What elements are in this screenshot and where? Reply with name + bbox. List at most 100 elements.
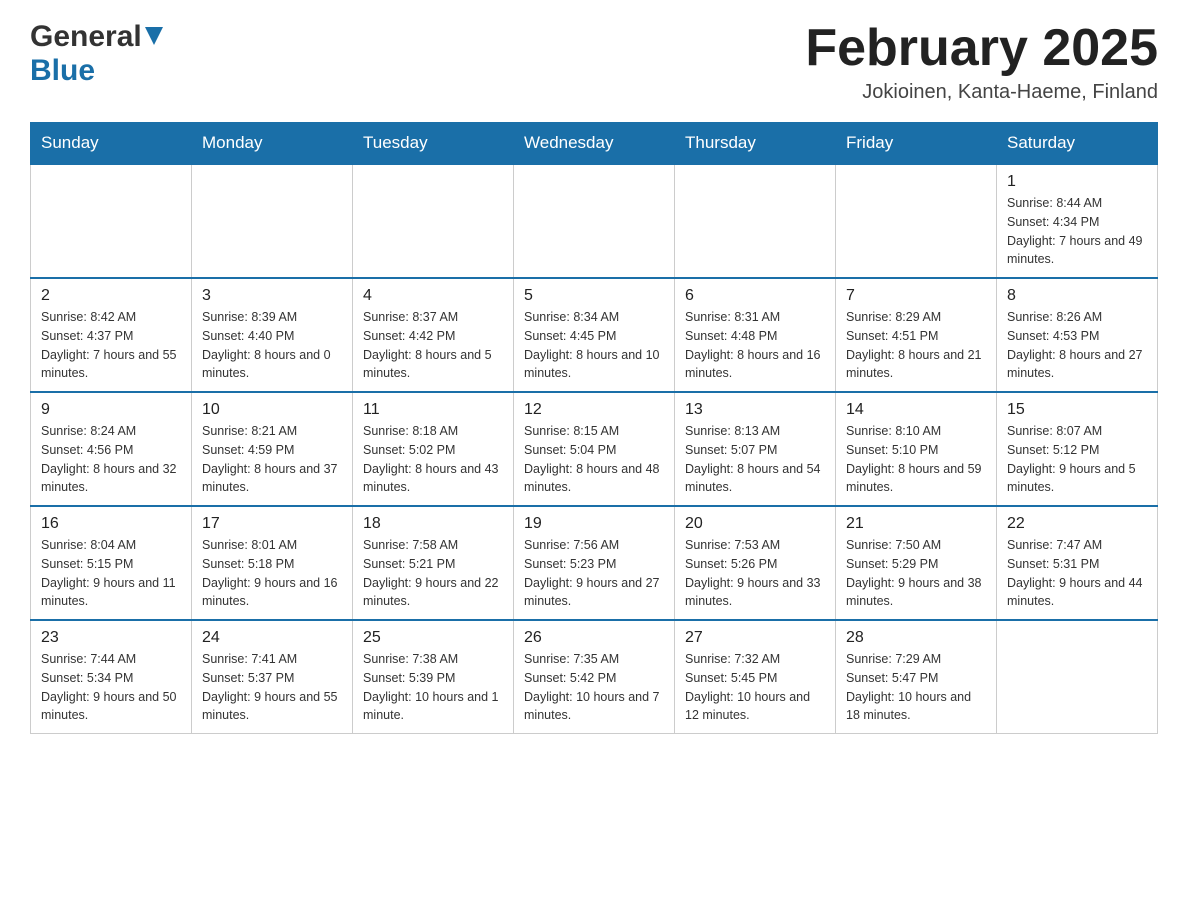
calendar-cell: 11 Sunrise: 8:18 AMSunset: 5:02 PMDayligh… bbox=[353, 392, 514, 506]
logo-general-text: General bbox=[30, 20, 142, 54]
day-info: Sunrise: 8:44 AMSunset: 4:34 PMDaylight:… bbox=[1007, 194, 1147, 269]
calendar-cell: 23 Sunrise: 7:44 AMSunset: 5:34 PMDayligh… bbox=[31, 620, 192, 734]
day-info: Sunrise: 7:58 AMSunset: 5:21 PMDaylight:… bbox=[363, 536, 503, 611]
calendar-cell: 10 Sunrise: 8:21 AMSunset: 4:59 PMDayligh… bbox=[192, 392, 353, 506]
day-number: 9 bbox=[41, 401, 181, 419]
weekday-header-row: Sunday Monday Tuesday Wednesday Thursday… bbox=[31, 123, 1158, 165]
day-info: Sunrise: 8:18 AMSunset: 5:02 PMDaylight:… bbox=[363, 422, 503, 497]
day-number: 20 bbox=[685, 515, 825, 533]
calendar-cell: 21 Sunrise: 7:50 AMSunset: 5:29 PMDayligh… bbox=[836, 506, 997, 620]
calendar-cell: 13 Sunrise: 8:13 AMSunset: 5:07 PMDayligh… bbox=[675, 392, 836, 506]
calendar-cell: 24 Sunrise: 7:41 AMSunset: 5:37 PMDayligh… bbox=[192, 620, 353, 734]
day-number: 19 bbox=[524, 515, 664, 533]
calendar-cell: 5 Sunrise: 8:34 AMSunset: 4:45 PMDaylight… bbox=[514, 278, 675, 392]
day-info: Sunrise: 7:32 AMSunset: 5:45 PMDaylight:… bbox=[685, 650, 825, 725]
calendar-cell bbox=[836, 164, 997, 278]
calendar-cell bbox=[353, 164, 514, 278]
day-number: 5 bbox=[524, 287, 664, 305]
day-info: Sunrise: 8:34 AMSunset: 4:45 PMDaylight:… bbox=[524, 308, 664, 383]
day-info: Sunrise: 8:37 AMSunset: 4:42 PMDaylight:… bbox=[363, 308, 503, 383]
day-number: 12 bbox=[524, 401, 664, 419]
day-info: Sunrise: 7:35 AMSunset: 5:42 PMDaylight:… bbox=[524, 650, 664, 725]
calendar-cell bbox=[997, 620, 1158, 734]
calendar-table: Sunday Monday Tuesday Wednesday Thursday… bbox=[30, 122, 1158, 734]
header-monday: Monday bbox=[192, 123, 353, 165]
day-info: Sunrise: 8:10 AMSunset: 5:10 PMDaylight:… bbox=[846, 422, 986, 497]
logo-blue-text: Blue bbox=[30, 54, 95, 87]
calendar-cell: 9 Sunrise: 8:24 AMSunset: 4:56 PMDaylight… bbox=[31, 392, 192, 506]
day-info: Sunrise: 8:15 AMSunset: 5:04 PMDaylight:… bbox=[524, 422, 664, 497]
day-number: 18 bbox=[363, 515, 503, 533]
header-sunday: Sunday bbox=[31, 123, 192, 165]
calendar-title: February 2025 bbox=[805, 20, 1158, 77]
header-tuesday: Tuesday bbox=[353, 123, 514, 165]
header-friday: Friday bbox=[836, 123, 997, 165]
calendar-cell: 27 Sunrise: 7:32 AMSunset: 5:45 PMDayligh… bbox=[675, 620, 836, 734]
calendar-cell: 22Sunrise: 7:47 AMSunset: 5:31 PMDayligh… bbox=[997, 506, 1158, 620]
calendar-cell bbox=[675, 164, 836, 278]
week-row-5: 23 Sunrise: 7:44 AMSunset: 5:34 PMDayligh… bbox=[31, 620, 1158, 734]
day-number: 15 bbox=[1007, 401, 1147, 419]
day-info: Sunrise: 7:53 AMSunset: 5:26 PMDaylight:… bbox=[685, 536, 825, 611]
day-number: 2 bbox=[41, 287, 181, 305]
calendar-cell: 17 Sunrise: 8:01 AMSunset: 5:18 PMDayligh… bbox=[192, 506, 353, 620]
calendar-cell: 6Sunrise: 8:31 AMSunset: 4:48 PMDaylight… bbox=[675, 278, 836, 392]
day-info: Sunrise: 7:44 AMSunset: 5:34 PMDaylight:… bbox=[41, 650, 181, 725]
week-row-2: 2 Sunrise: 8:42 AMSunset: 4:37 PMDaylight… bbox=[31, 278, 1158, 392]
calendar-cell: 19 Sunrise: 7:56 AMSunset: 5:23 PMDayligh… bbox=[514, 506, 675, 620]
calendar-location: Jokioinen, Kanta-Haeme, Finland bbox=[805, 81, 1158, 104]
logo-arrow-icon bbox=[145, 27, 163, 52]
calendar-cell: 28Sunrise: 7:29 AMSunset: 5:47 PMDayligh… bbox=[836, 620, 997, 734]
calendar-cell: 1Sunrise: 8:44 AMSunset: 4:34 PMDaylight… bbox=[997, 164, 1158, 278]
header-thursday: Thursday bbox=[675, 123, 836, 165]
calendar-cell: 12 Sunrise: 8:15 AMSunset: 5:04 PMDayligh… bbox=[514, 392, 675, 506]
day-number: 25 bbox=[363, 629, 503, 647]
day-info: Sunrise: 8:13 AMSunset: 5:07 PMDaylight:… bbox=[685, 422, 825, 497]
day-number: 14 bbox=[846, 401, 986, 419]
day-number: 11 bbox=[363, 401, 503, 419]
day-info: Sunrise: 8:26 AMSunset: 4:53 PMDaylight:… bbox=[1007, 308, 1147, 383]
day-info: Sunrise: 8:04 AMSunset: 5:15 PMDaylight:… bbox=[41, 536, 181, 611]
day-number: 6 bbox=[685, 287, 825, 305]
day-number: 4 bbox=[363, 287, 503, 305]
day-number: 3 bbox=[202, 287, 342, 305]
day-info: Sunrise: 7:47 AMSunset: 5:31 PMDaylight:… bbox=[1007, 536, 1147, 611]
day-number: 21 bbox=[846, 515, 986, 533]
logo: General Blue bbox=[30, 20, 163, 88]
calendar-cell: 25 Sunrise: 7:38 AMSunset: 5:39 PMDayligh… bbox=[353, 620, 514, 734]
day-info: Sunrise: 7:38 AMSunset: 5:39 PMDaylight:… bbox=[363, 650, 503, 725]
day-number: 16 bbox=[41, 515, 181, 533]
calendar-cell: 2 Sunrise: 8:42 AMSunset: 4:37 PMDaylight… bbox=[31, 278, 192, 392]
calendar-cell: 4 Sunrise: 8:37 AMSunset: 4:42 PMDaylight… bbox=[353, 278, 514, 392]
calendar-cell bbox=[31, 164, 192, 278]
title-block: February 2025 Jokioinen, Kanta-Haeme, Fi… bbox=[805, 20, 1158, 104]
day-number: 13 bbox=[685, 401, 825, 419]
day-info: Sunrise: 7:29 AMSunset: 5:47 PMDaylight:… bbox=[846, 650, 986, 725]
day-info: Sunrise: 7:50 AMSunset: 5:29 PMDaylight:… bbox=[846, 536, 986, 611]
header-saturday: Saturday bbox=[997, 123, 1158, 165]
calendar-cell bbox=[514, 164, 675, 278]
day-number: 23 bbox=[41, 629, 181, 647]
day-number: 26 bbox=[524, 629, 664, 647]
week-row-4: 16 Sunrise: 8:04 AMSunset: 5:15 PMDayligh… bbox=[31, 506, 1158, 620]
calendar-cell bbox=[192, 164, 353, 278]
day-info: Sunrise: 8:24 AMSunset: 4:56 PMDaylight:… bbox=[41, 422, 181, 497]
day-info: Sunrise: 7:41 AMSunset: 5:37 PMDaylight:… bbox=[202, 650, 342, 725]
day-number: 7 bbox=[846, 287, 986, 305]
calendar-cell: 8 Sunrise: 8:26 AMSunset: 4:53 PMDaylight… bbox=[997, 278, 1158, 392]
day-info: Sunrise: 7:56 AMSunset: 5:23 PMDaylight:… bbox=[524, 536, 664, 611]
day-number: 24 bbox=[202, 629, 342, 647]
day-number: 27 bbox=[685, 629, 825, 647]
day-info: Sunrise: 8:21 AMSunset: 4:59 PMDaylight:… bbox=[202, 422, 342, 497]
day-info: Sunrise: 8:39 AMSunset: 4:40 PMDaylight:… bbox=[202, 308, 342, 383]
calendar-cell: 15Sunrise: 8:07 AMSunset: 5:12 PMDayligh… bbox=[997, 392, 1158, 506]
day-info: Sunrise: 8:01 AMSunset: 5:18 PMDaylight:… bbox=[202, 536, 342, 611]
day-number: 10 bbox=[202, 401, 342, 419]
calendar-cell: 3 Sunrise: 8:39 AMSunset: 4:40 PMDaylight… bbox=[192, 278, 353, 392]
calendar-cell: 26 Sunrise: 7:35 AMSunset: 5:42 PMDayligh… bbox=[514, 620, 675, 734]
day-info: Sunrise: 8:42 AMSunset: 4:37 PMDaylight:… bbox=[41, 308, 181, 383]
calendar-cell: 18 Sunrise: 7:58 AMSunset: 5:21 PMDayligh… bbox=[353, 506, 514, 620]
day-number: 8 bbox=[1007, 287, 1147, 305]
page-header: General Blue February 2025 Jokioinen, Ka… bbox=[30, 20, 1158, 104]
day-number: 17 bbox=[202, 515, 342, 533]
